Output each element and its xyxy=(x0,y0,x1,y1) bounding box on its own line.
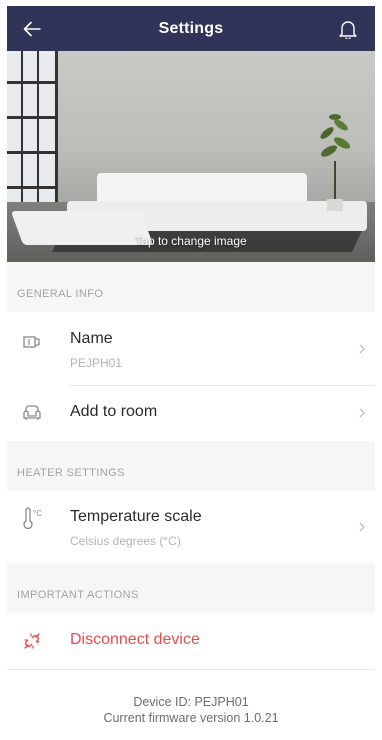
bell-icon[interactable] xyxy=(333,14,363,44)
device-info-footer: Device ID: PEJPH01 Current firmware vers… xyxy=(7,671,375,740)
chevron-right-icon xyxy=(357,520,367,534)
temperature-scale-label: Temperature scale xyxy=(70,508,202,525)
plant-decor xyxy=(320,114,351,211)
name-label: Name xyxy=(70,330,113,347)
section-general-info: GENERAL INFO xyxy=(7,262,375,312)
disconnect-device-row[interactable]: Disconnect device xyxy=(7,613,375,669)
temperature-scale-value: Celsius degrees (°C) xyxy=(70,534,181,548)
device-id-text: Device ID: PEJPH01 xyxy=(133,695,249,709)
name-value: PEJPH01 xyxy=(70,356,123,370)
disconnect-device-label: Disconnect device xyxy=(70,631,200,648)
section-important-actions: IMPORTANT ACTIONS xyxy=(7,563,375,613)
section-title: IMPORTANT ACTIONS xyxy=(17,589,139,601)
page-title: Settings xyxy=(158,19,224,37)
add-to-room-label: Add to room xyxy=(70,403,158,420)
section-title: HEATER SETTINGS xyxy=(17,467,125,479)
chevron-right-icon xyxy=(357,342,367,356)
temperature-scale-row[interactable]: °C Temperature scale Celsius degrees (°C… xyxy=(7,491,375,563)
divider xyxy=(7,669,375,670)
celsius-mark: °C xyxy=(33,509,42,518)
section-title: GENERAL INFO xyxy=(17,288,104,300)
chevron-right-icon xyxy=(357,406,367,420)
add-to-room-row[interactable]: Add to room xyxy=(7,386,375,440)
firmware-version-text: Current firmware version 1.0.21 xyxy=(103,711,279,725)
device-image[interactable]: Tap to change image xyxy=(7,51,375,262)
thermometer-icon: °C xyxy=(21,507,43,530)
change-image-caption: Tap to change image xyxy=(135,234,247,248)
section-heater-settings: HEATER SETTINGS xyxy=(7,441,375,491)
name-row[interactable]: Name PEJPH01 xyxy=(7,312,375,385)
tag-icon xyxy=(21,331,43,353)
unplug-icon xyxy=(21,630,43,652)
sofa-icon xyxy=(21,402,43,424)
top-app-bar: Settings xyxy=(7,6,375,51)
settings-screen: Settings Tap to change image GENERAL INF… xyxy=(7,0,375,740)
arrow-left-icon[interactable] xyxy=(17,14,47,44)
